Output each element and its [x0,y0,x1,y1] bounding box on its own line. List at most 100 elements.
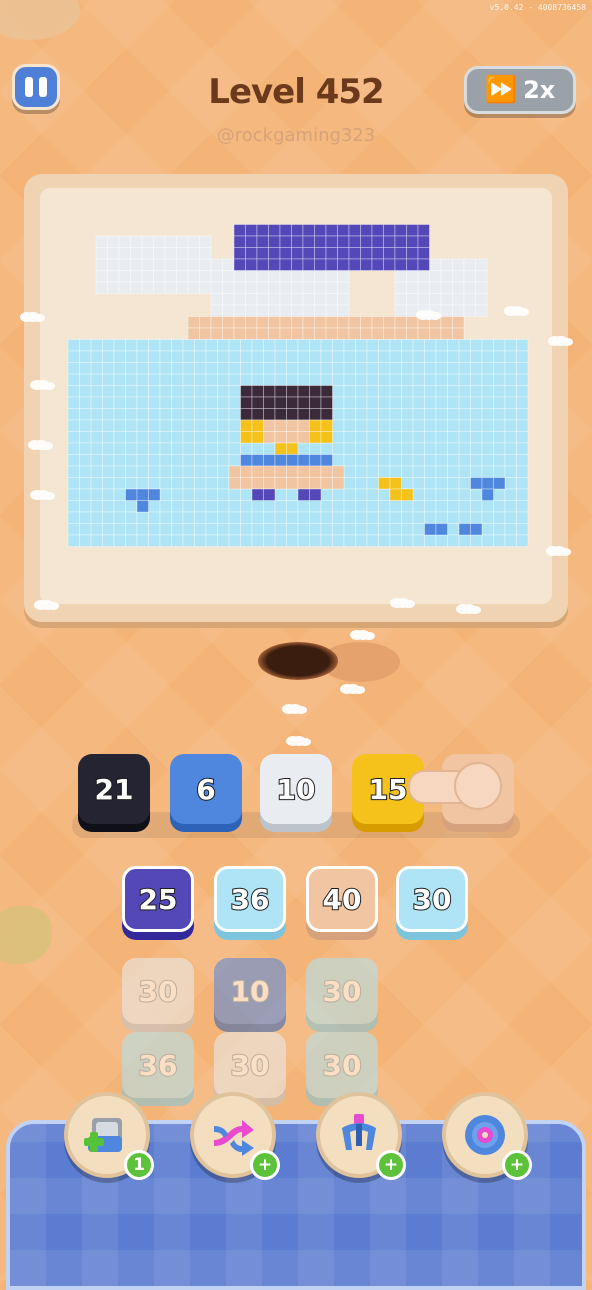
pixel-light-blue [263,350,276,363]
powerup-shuffle-button[interactable]: + [190,1092,280,1180]
pixel-purple [268,247,281,260]
pixel-light-blue [67,396,80,409]
color-tile[interactable]: 40 [306,866,378,932]
pixel-light-blue [332,500,345,513]
pixel-light-blue [136,385,149,398]
pixel-light-blue [159,385,172,398]
pixel-blue [470,477,483,490]
pixel-dark-brown [320,408,333,421]
collector-slot [408,754,514,824]
powerup-magnet-button[interactable]: + [316,1092,406,1180]
pixel-light-blue [481,500,494,513]
pixel-light-blue [504,373,517,386]
pixel-white [475,270,488,283]
pixel-light-blue [435,396,448,409]
color-tile-locked: 30 [122,958,194,1024]
pixel-light-blue [516,442,529,455]
color-tile[interactable]: 30 [396,866,468,932]
pixel-purple [268,224,281,237]
pixel-peach [187,327,200,340]
pixel-light-blue [458,442,471,455]
pixel-peach [337,316,350,329]
pixel-light-blue [90,339,103,352]
pixel-purple [371,258,384,271]
fast-forward-icon: ⏩ [484,75,518,105]
pixel-white [429,293,442,306]
pixel-light-blue [286,523,299,536]
pixel-light-blue [504,477,517,490]
pixel-light-blue [228,442,241,455]
pixel-white [325,270,338,283]
powerup-donut-button[interactable]: + [442,1092,532,1180]
pixel-light-blue [125,419,138,432]
pixel-light-blue [516,534,529,547]
pixel-light-blue [102,339,115,352]
pixel-light-blue [332,350,345,363]
pixel-light-blue [171,534,184,547]
pixel-light-blue [389,511,402,524]
pixel-white [325,281,338,294]
pixel-light-blue [493,488,506,501]
pixel-peach [286,419,299,432]
pixel-light-blue [286,350,299,363]
pixel-light-blue [458,339,471,352]
pixel-light-blue [194,373,207,386]
pixel-light-blue [217,396,230,409]
pixel-light-blue [516,373,529,386]
pixel-light-blue [504,442,517,455]
pixel-white [141,247,154,260]
pixel-light-blue [171,339,184,352]
pixel-light-blue [366,534,379,547]
pixel-light-blue [79,339,92,352]
pixel-light-blue [263,511,276,524]
pixel-light-blue [159,350,172,363]
pixel-light-blue [481,396,494,409]
pixel-peach [199,327,212,340]
pixel-white [440,270,453,283]
ant-worker [282,704,296,714]
pixel-white [245,281,258,294]
pixel-light-blue [504,431,517,444]
pixel-white [233,304,246,317]
pixel-light-blue [320,488,333,501]
pixel-light-blue [332,385,345,398]
pixel-light-blue [355,454,368,467]
pixel-purple [360,235,373,248]
pixel-light-blue [217,511,230,524]
pixel-light-blue [171,523,184,536]
pixel-light-blue [113,419,126,432]
pixel-light-blue [332,408,345,421]
pixel-yellow [286,442,299,455]
pixel-light-blue [125,500,138,513]
pixel-light-blue [159,465,172,478]
pixel-art-picture [67,224,529,547]
pixel-light-blue [113,523,126,536]
pixel-light-blue [332,339,345,352]
pixel-light-blue [343,477,356,490]
powerup-add-badge: + [376,1150,406,1180]
pixel-light-blue [182,350,195,363]
pixel-light-blue [102,454,115,467]
pixel-white [164,235,177,248]
pixel-white [199,281,212,294]
color-tile[interactable]: 25 [122,866,194,932]
ant-worker [456,604,470,614]
pixel-light-blue [435,534,448,547]
pixel-white [429,304,442,317]
pixel-blue [320,454,333,467]
pixel-light-blue [67,534,80,547]
pixel-light-blue [447,408,460,421]
pixel-light-blue [194,419,207,432]
pixel-peach [263,419,276,432]
pixel-light-blue [171,385,184,398]
pixel-light-blue [240,362,253,375]
pixel-light-blue [447,477,460,490]
pixel-light-blue [194,442,207,455]
pixel-light-blue [458,373,471,386]
pixel-white [118,247,131,260]
powerup-add-box-button[interactable]: 1 [64,1092,154,1180]
speed-toggle-button[interactable]: ⏩ 2x [464,66,576,114]
pixel-light-blue [125,511,138,524]
color-tile[interactable]: 36 [214,866,286,932]
pixel-peach [240,465,253,478]
